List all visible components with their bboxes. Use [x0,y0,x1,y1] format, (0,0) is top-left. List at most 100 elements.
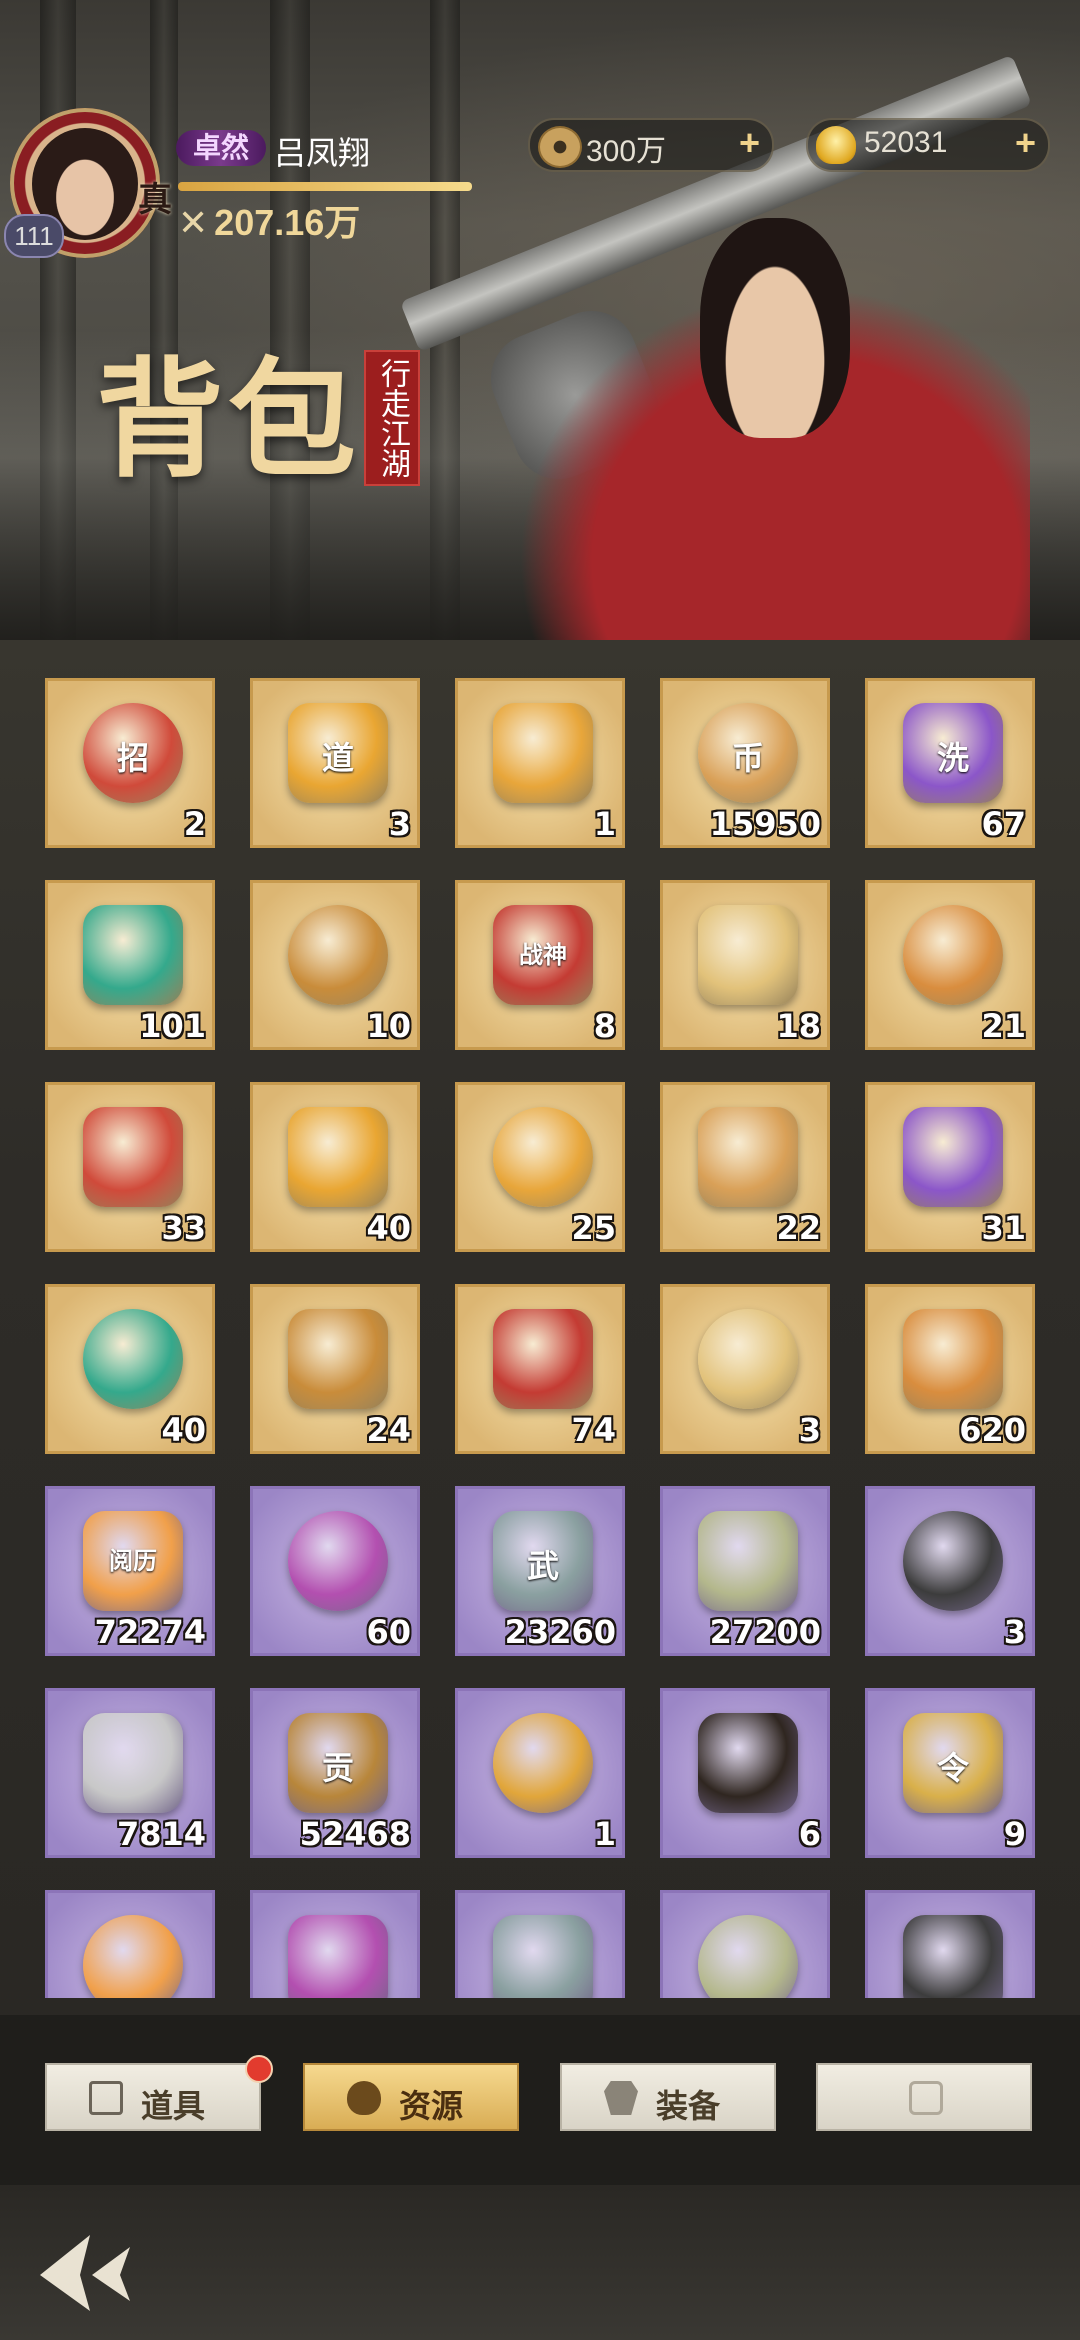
tab-locked[interactable] [816,2063,1032,2131]
inventory-slot[interactable]: 7814 [45,1688,215,1858]
power-bar [178,182,472,191]
orange-pill-tray-icon [83,1107,183,1207]
item-count: 40 [366,1209,411,1247]
command-tablet-icon: 令 [903,1713,1003,1813]
inventory-slot[interactable]: 27200 [660,1486,830,1656]
inventory-slot[interactable]: 令9 [865,1688,1035,1858]
inventory-slot[interactable]: 40 [45,1284,215,1454]
add-ingots-icon[interactable]: + [1015,122,1036,164]
green-pill-tray-icon [83,1309,183,1409]
inventory-slot[interactable]: 招2 [45,678,215,848]
item-count: 1 [593,1815,616,1853]
item-count: 52468 [299,1815,411,1853]
inventory-slot[interactable]: 1 [455,1688,625,1858]
silver-coin-icon [83,1915,183,1998]
inventory-slot[interactable]: 31 [865,1082,1035,1252]
inventory-slot[interactable]: 40 [250,1082,420,1252]
inventory-grid[interactable]: 招 2 道 3 1 币 15950 洗 67 101 10 战神 8 18 21 33 40 25 22 31 40 24… [45,678,1045,1998]
item-count: 67 [981,805,1026,843]
inventory-slot[interactable] [45,1890,215,1998]
tab-label: 装备 [656,2088,721,2124]
tab-equipment[interactable]: 装备 [560,2063,776,2131]
inventory-slot[interactable]: 洗 67 [865,678,1035,848]
item-count: 3 [1003,1613,1026,1651]
item-count: 8 [593,1007,616,1045]
inventory-slot[interactable]: 60 [250,1486,420,1656]
inventory-slot[interactable]: 战神 8 [455,880,625,1050]
orange-pill-tray-icon [493,1107,593,1207]
inventory-slot[interactable]: 25 [455,1082,625,1252]
inventory-slot[interactable]: 1 [455,678,625,848]
combat-power-value: 207.16万 [214,202,361,243]
gold-ingot-icon [816,126,856,164]
inventory-slot[interactable]: 阅历 72274 [45,1486,215,1656]
add-coins-icon[interactable]: + [739,122,760,164]
item-count: 40 [161,1411,206,1449]
inventory-slot[interactable]: 3 [865,1486,1035,1656]
inventory-slot[interactable]: 10 [250,880,420,1050]
martial-coin-icon: 武 [493,1511,593,1611]
inventory-slot[interactable]: 币 15950 [660,678,830,848]
scroll-bundle-icon: 招 [83,703,183,803]
item-count: 15950 [709,805,821,843]
jade-pendant-icon [493,1309,593,1409]
item-emblem: 战神 [519,942,567,969]
item-count: 25 [571,1209,616,1247]
orange-pill-tray-icon [903,905,1003,1005]
item-emblem: 阅历 [109,1548,157,1575]
tab-label: 资源 [399,2088,464,2124]
bronze-charm-icon [903,1915,1003,1998]
inventory-slot[interactable]: 道3 [250,678,420,848]
blue-flame-icon [903,1309,1003,1409]
jade-tablet-icon [698,1511,798,1611]
item-emblem: 武 [526,1548,559,1584]
notification-dot [245,2055,273,2083]
inventory-slot[interactable] [250,1890,420,1998]
inventory-slot[interactable]: 620 [865,1284,1035,1454]
gold-ore-icon: 币 [698,703,798,803]
inventory-slot[interactable]: 贡 52468 [250,1688,420,1858]
fire-swirl-icon [698,1309,798,1409]
inventory-slot[interactable]: 3 [660,1284,830,1454]
inventory-slot[interactable] [455,1890,625,1998]
gold-ring-icon [698,1915,798,1998]
category-tabs: 道具 资源 装备 [0,2015,1080,2185]
item-emblem: 贡 [321,1750,354,1786]
crossed-swords-icon: ✕ [178,202,209,243]
money-bag-icon [347,2081,381,2115]
rank-mark: 真 [138,181,172,219]
item-count: 1 [593,805,616,843]
inventory-slot[interactable]: 18 [660,880,830,1050]
back-arrow-icon[interactable] [20,2225,160,2321]
inventory-slot[interactable]: 24 [250,1284,420,1454]
coin-resource[interactable]: 300万 + [528,118,774,172]
green-pill-tray-icon [698,1107,798,1207]
inventory-slot[interactable]: 6 [660,1688,830,1858]
inventory-slot[interactable] [660,1890,830,1998]
item-count: 27200 [709,1613,821,1651]
jade-ring-icon [83,905,183,1005]
inventory-slot[interactable]: 22 [660,1082,830,1252]
inventory-slot[interactable]: 33 [45,1082,215,1252]
page-title: 背包 [96,345,361,495]
orange-pill-tray-icon [288,1107,388,1207]
inventory-slot[interactable]: 武 23260 [455,1486,625,1656]
golden-rose-icon [493,703,593,803]
hero-portrait [700,218,850,438]
title-badge: 卓然 [176,130,266,166]
inventory-slot[interactable]: 74 [455,1284,625,1454]
banner: 背包 行走江湖 111 真 卓然 吕凤翔 ✕ 207.16万 300万 + 520… [0,0,1080,640]
ingot-resource[interactable]: 52031 + [806,118,1050,172]
inventory-slot[interactable]: 101 [45,880,215,1050]
item-count: 9 [1003,1815,1026,1853]
level-badge: 111 [4,214,64,258]
inventory-slot[interactable] [865,1890,1035,1998]
item-count: 7814 [116,1815,206,1853]
seal-stamp: 行走江湖 [364,350,420,486]
tab-items[interactable]: 道具 [45,2063,261,2131]
item-count: 60 [366,1613,411,1651]
tab-resources[interactable]: 资源 [303,2063,519,2131]
inventory-slot[interactable]: 21 [865,880,1035,1050]
item-count: 72274 [94,1613,206,1651]
chest-icon [89,2081,123,2115]
